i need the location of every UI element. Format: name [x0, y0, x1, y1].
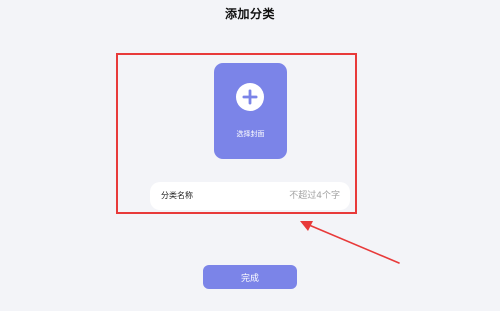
- done-button[interactable]: 完成: [203, 265, 297, 289]
